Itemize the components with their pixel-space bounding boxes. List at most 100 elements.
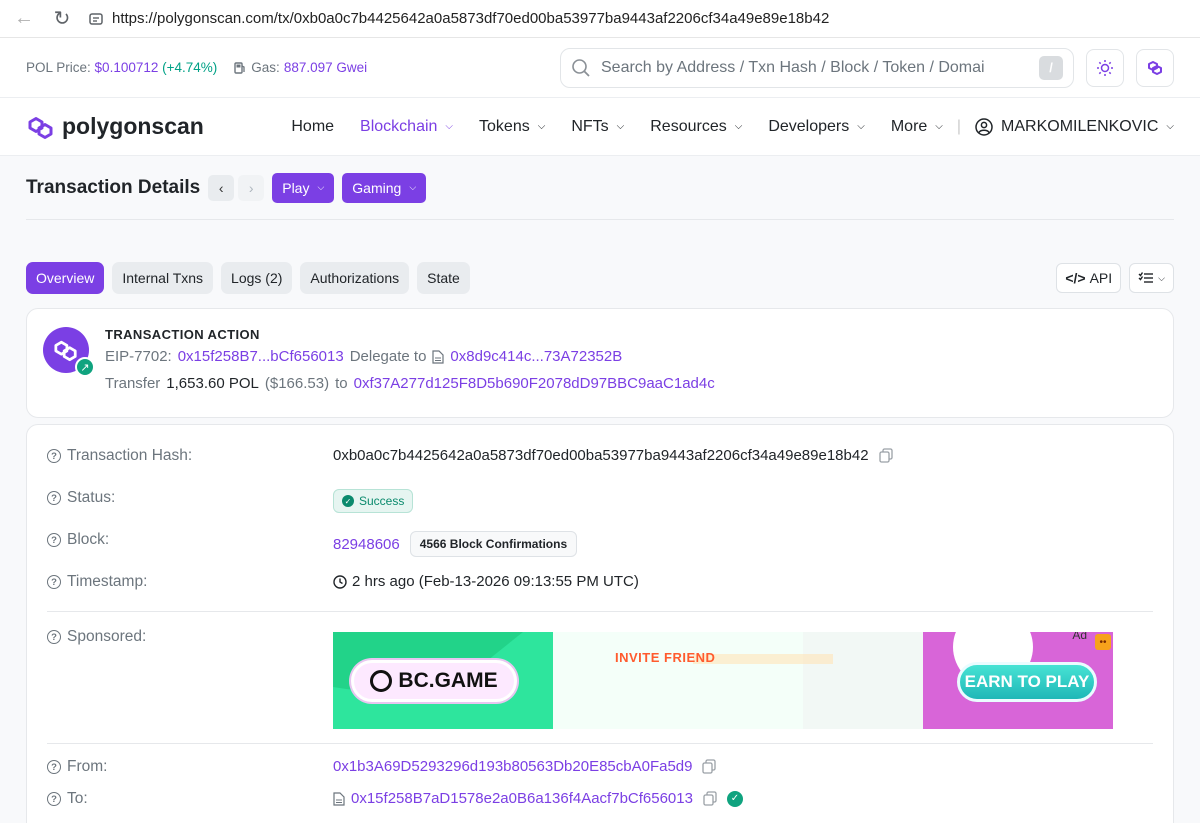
gaming-button[interactable]: Gaming ⌵	[342, 172, 427, 203]
from-address-link[interactable]: 0x1b3A69D5293296d193b80563Db20E85cbA0Fa5…	[333, 758, 692, 775]
row-sponsored: ? Sponsored: BC.GAME INVITE FRIEND EARN …	[47, 616, 1153, 729]
code-icon: </>	[1065, 270, 1086, 286]
delegate-address-link[interactable]: 0x8d9c414c...73A72352B	[450, 348, 622, 365]
copy-icon[interactable]	[878, 448, 893, 463]
network-switch-button[interactable]	[1136, 48, 1174, 87]
help-circle-icon[interactable]: ?	[47, 449, 61, 463]
gas-price: Gas: 887.097 Gwei	[233, 60, 367, 75]
top-info-bar: POL Price: $0.100712 (+4.74%) Gas: 887.0…	[0, 38, 1200, 98]
help-circle-icon[interactable]: ?	[47, 575, 61, 589]
tab-internal-txns[interactable]: Internal Txns	[112, 262, 214, 294]
url-text[interactable]: https://polygonscan.com/tx/0xb0a0c7b4425…	[112, 10, 829, 27]
nav-tokens[interactable]: Tokens ⌵	[479, 118, 545, 136]
pol-price-change: (+4.74%)	[162, 60, 218, 75]
play-button[interactable]: Play ⌵	[272, 172, 335, 203]
row-from: ? From: 0x1b3A69D5293296d193b80563Db20E85…	[47, 748, 1153, 790]
address-bar[interactable]: https://polygonscan.com/tx/0xb0a0c7b4425…	[88, 10, 829, 27]
nav-resources[interactable]: Resources ⌵	[650, 118, 742, 136]
page-title: Transaction Details	[26, 176, 201, 198]
nav-home[interactable]: Home	[291, 118, 334, 136]
outgoing-arrow-icon: ↗	[75, 357, 95, 377]
chevron-down-icon: ⌵	[734, 121, 743, 132]
nav-menu: Home Blockchain ⌵ Tokens ⌵ NFTs ⌵ Resources…	[265, 118, 1174, 136]
ad-invite-text: INVITE FRIEND	[615, 650, 716, 665]
timestamp-value: 2 hrs ago (Feb-13-2026 09:13:55 PM UTC)	[352, 573, 639, 590]
chevron-down-icon: ⌵	[857, 121, 865, 132]
chevron-down-icon: ⌵	[317, 182, 325, 192]
block-number-link[interactable]: 82948606	[333, 536, 400, 553]
contract-file-icon	[333, 791, 345, 806]
copy-icon[interactable]	[702, 759, 717, 774]
action-transfer-line: Transfer 1,653.60 POL ($166.53) to 0xf37…	[105, 375, 715, 392]
pol-price-value[interactable]: $0.100712	[95, 60, 159, 75]
transaction-details-card: ? Transaction Hash: 0xb0a0c7b4425642a0a58…	[26, 424, 1174, 823]
search-input[interactable]: Search by Address / Txn Hash / Block / T…	[560, 47, 1074, 88]
tabs-right-tools: </> API ⌵	[1048, 263, 1174, 293]
help-circle-icon[interactable]: ?	[47, 491, 61, 505]
divider	[47, 743, 1153, 744]
gas-value[interactable]: 887.097 Gwei	[284, 60, 367, 75]
sponsored-ad-banner[interactable]: BC.GAME INVITE FRIEND EARN TO PLAY Ad ••	[333, 632, 1113, 729]
options-dropdown-button[interactable]: ⌵	[1129, 263, 1174, 293]
page-header: Transaction Details ‹ › Play ⌵ Gaming ⌵	[26, 156, 1174, 220]
action-body: TRANSACTION ACTION EIP-7702: 0x15f258B7.…	[105, 327, 715, 399]
copy-icon[interactable]	[703, 791, 717, 806]
chevron-down-icon: ⌵	[616, 121, 625, 132]
next-transaction-button[interactable]: ›	[238, 174, 265, 201]
prev-transaction-button[interactable]: ‹	[208, 174, 235, 201]
polygon-logo-icon	[54, 340, 77, 362]
divider	[47, 611, 1153, 612]
reload-icon[interactable]: ↻	[50, 7, 74, 31]
status-badge: ✓ Success	[333, 489, 414, 513]
help-circle-icon[interactable]: ?	[47, 792, 61, 806]
clock-icon	[333, 574, 347, 589]
nav-more[interactable]: More ⌵	[891, 118, 943, 136]
transfer-usd: ($166.53)	[264, 375, 330, 392]
chevron-down-icon: ⌵	[537, 121, 546, 132]
ad-close-icon[interactable]: ••	[1095, 634, 1111, 650]
chevron-down-icon: ⌵	[445, 121, 454, 132]
back-arrow-icon[interactable]: ←	[12, 7, 36, 31]
nav-developers[interactable]: Developers ⌵	[768, 118, 865, 136]
site-info-icon[interactable]	[88, 11, 104, 27]
user-circle-icon	[975, 117, 993, 136]
checklist-icon	[1138, 272, 1154, 283]
polygon-avatar: ↗	[43, 327, 95, 377]
chevron-down-icon: ⌵	[409, 182, 417, 192]
chevron-down-icon: ⌵	[935, 121, 943, 132]
nav-nfts[interactable]: NFTs ⌵	[571, 118, 624, 136]
action-eip-line: EIP-7702: 0x15f258B7...bCf656013 Delegat…	[105, 348, 623, 365]
tab-authorizations[interactable]: Authorizations	[300, 262, 410, 294]
to-address-link[interactable]: 0x15f258B7aD1578e2a0B6a136f4Aacf7bCf6560…	[351, 790, 693, 807]
eip-address-link[interactable]: 0x15f258B7...bCf656013	[178, 348, 344, 365]
row-timestamp: ? Timestamp: 2 hrs ago (Feb-13-2026 09:13…	[47, 561, 1153, 603]
nav-blockchain[interactable]: Blockchain ⌵	[360, 118, 453, 136]
tab-state[interactable]: State	[417, 262, 470, 294]
verified-check-icon: ✓	[726, 790, 743, 807]
sun-icon	[1097, 59, 1113, 76]
polygon-logo-icon	[28, 116, 53, 139]
check-circle-icon: ✓	[342, 495, 354, 507]
api-button[interactable]: </> API	[1056, 263, 1122, 293]
tab-logs[interactable]: Logs (2)	[221, 262, 293, 294]
pol-price: POL Price: $0.100712 (+4.74%)	[26, 60, 218, 75]
tabs: Overview Internal Txns Logs (2) Authoriz…	[26, 262, 1174, 294]
page-content: Transaction Details ‹ › Play ⌵ Gaming ⌵ Ov…	[0, 156, 1200, 823]
tab-overview[interactable]: Overview	[26, 262, 105, 294]
recipient-address-link[interactable]: 0xf37A277d125F8D5b690F2078dD97BBC9aaC1ad…	[354, 375, 715, 392]
browser-toolbar: ← ↻ https://polygonscan.com/tx/0xb0a0c7b…	[0, 0, 1200, 38]
site-logo[interactable]: polygonscan	[26, 113, 204, 140]
search-placeholder: Search by Address / Txn Hash / Block / T…	[601, 58, 985, 76]
gas-pump-icon	[234, 61, 245, 74]
ad-cta-button: EARN TO PLAY	[957, 662, 1097, 702]
row-status: ? Status: ✓ Success	[47, 477, 1153, 519]
theme-toggle-button[interactable]	[1086, 48, 1124, 87]
user-account-menu[interactable]: MARKOMILENKOVIC ⌵	[975, 118, 1174, 136]
help-circle-icon[interactable]: ?	[47, 533, 61, 547]
polygon-logo-icon	[1148, 60, 1162, 75]
transaction-action-card: ↗ TRANSACTION ACTION EIP-7702: 0x15f258B…	[26, 308, 1174, 418]
row-to: ? To: 0x15f258B7aD1578e2a0B6a136f4Aacf7bC…	[47, 790, 1153, 823]
help-circle-icon[interactable]: ?	[47, 630, 61, 644]
nav-separator: |	[956, 117, 962, 135]
help-circle-icon[interactable]: ?	[47, 760, 61, 774]
